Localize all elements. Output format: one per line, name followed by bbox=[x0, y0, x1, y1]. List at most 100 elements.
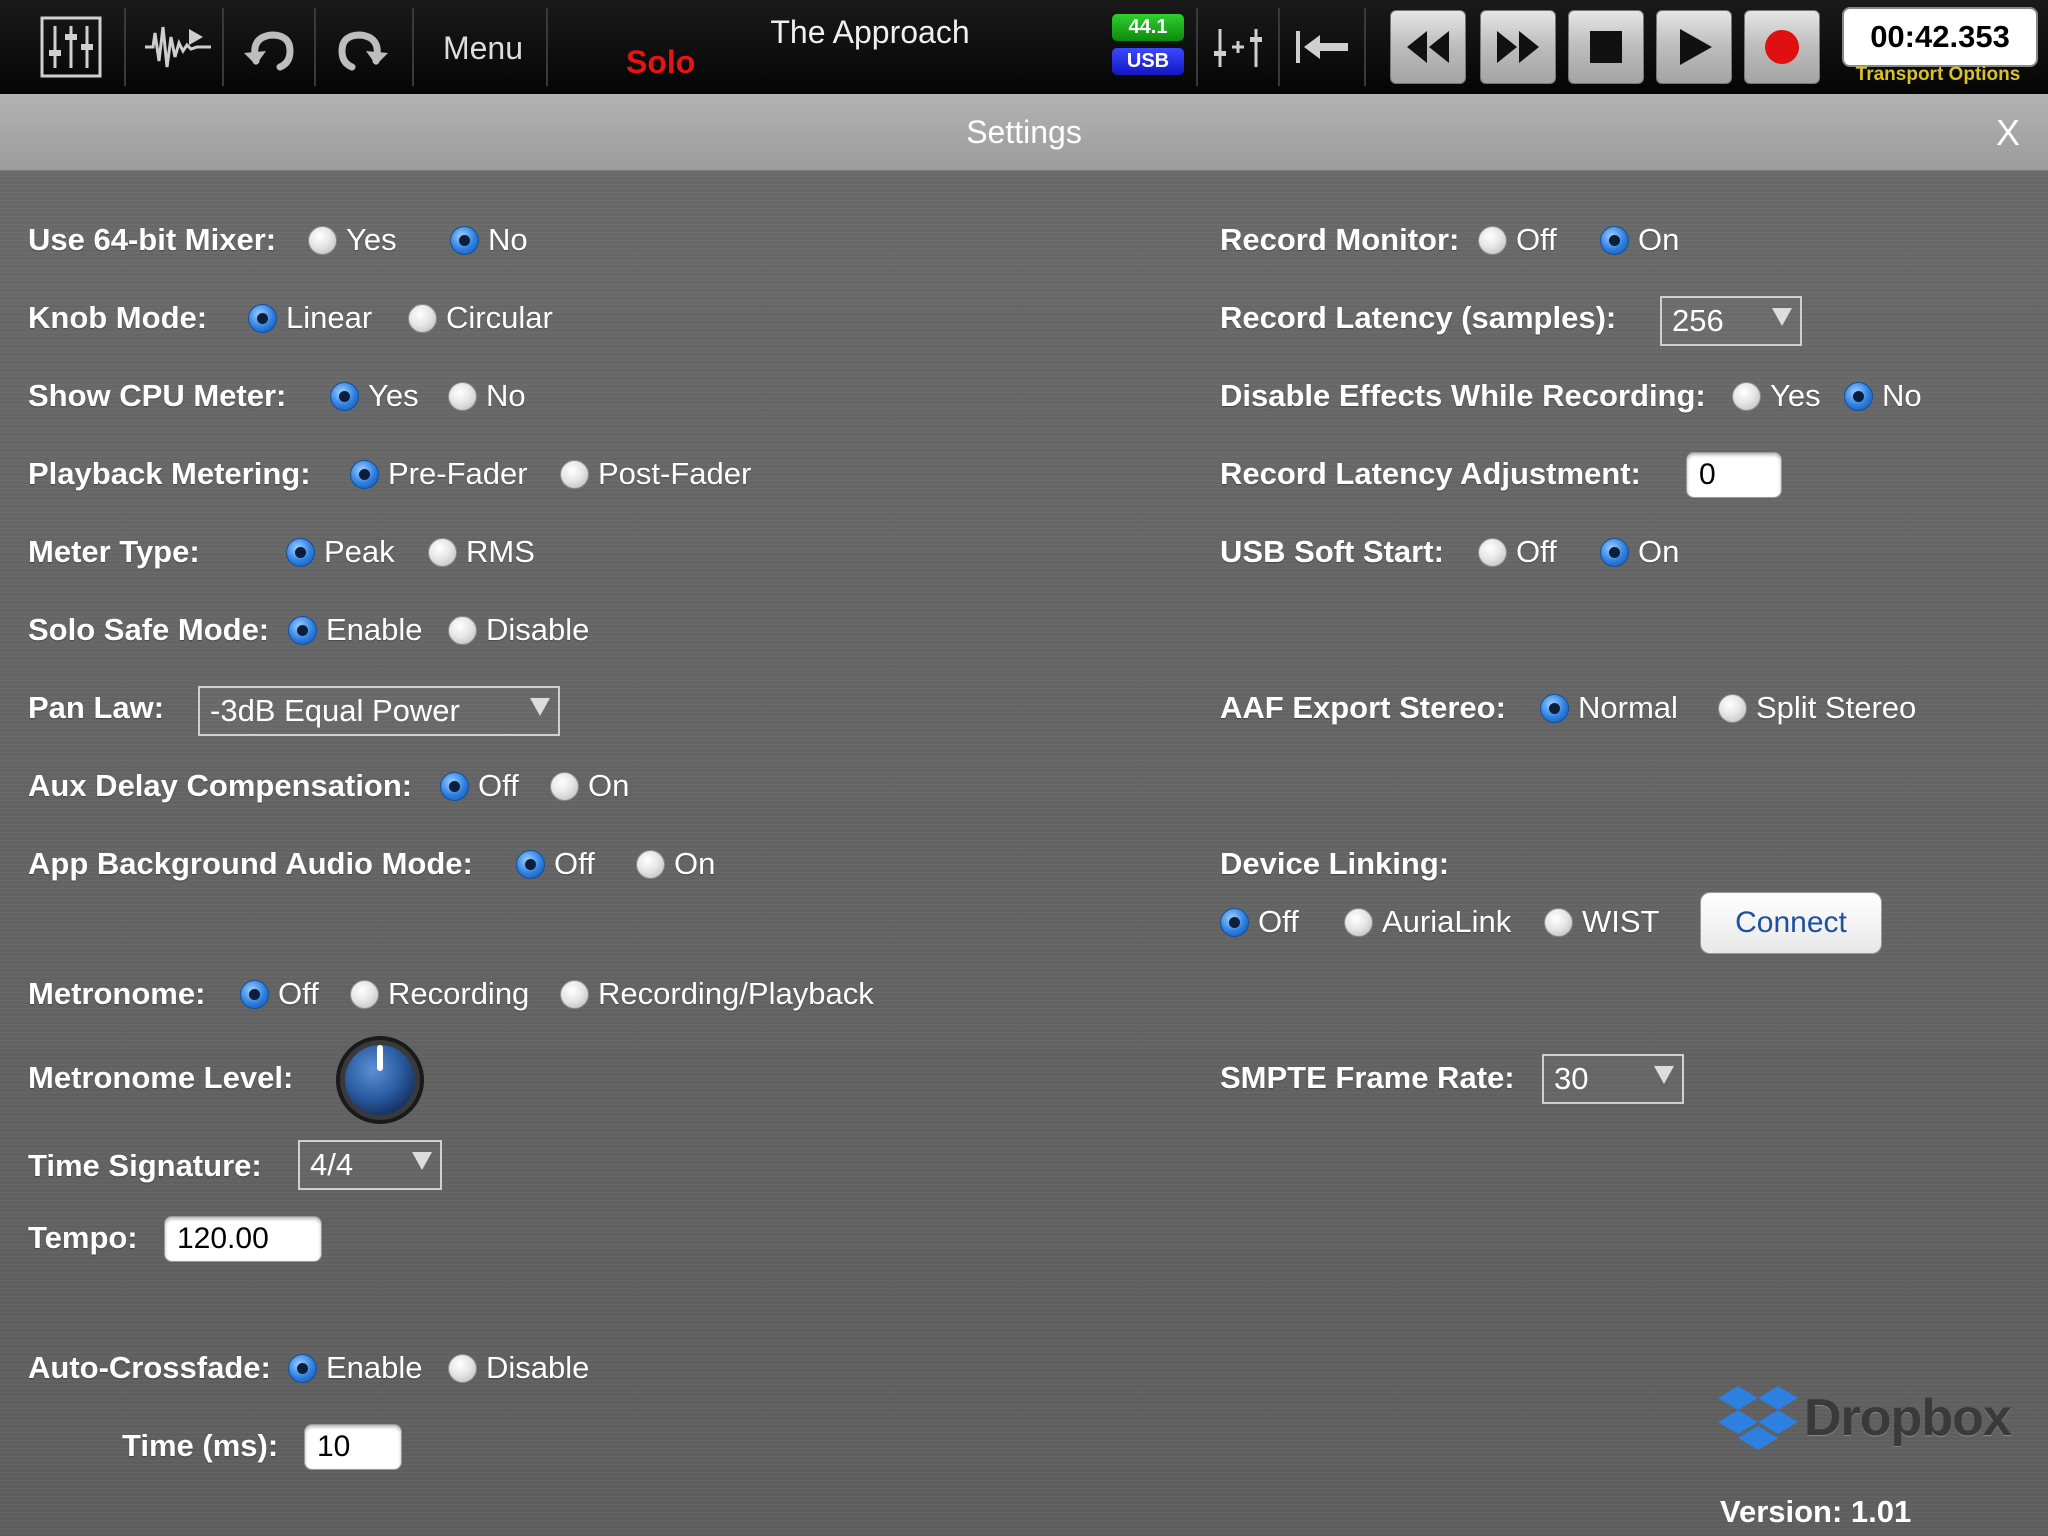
radio-icon bbox=[1732, 381, 1761, 411]
radio-selected-icon bbox=[286, 537, 315, 567]
device-linking-wist-radio[interactable]: WIST bbox=[1544, 904, 1660, 940]
knob-mode-circular-radio[interactable]: Circular bbox=[408, 300, 553, 336]
disable-effects-yes-radio[interactable]: Yes bbox=[1732, 378, 1821, 414]
rewind-button[interactable] bbox=[1390, 10, 1466, 84]
auto-crossfade-disable-radio[interactable]: Disable bbox=[448, 1350, 589, 1386]
solo-safe-mode-label: Solo Safe Mode: bbox=[28, 612, 270, 647]
radio-icon bbox=[448, 381, 477, 411]
mixer-icon[interactable] bbox=[36, 8, 106, 86]
show-cpu-meter-yes-radio[interactable]: Yes bbox=[330, 378, 419, 414]
menu-button[interactable]: Menu bbox=[418, 20, 548, 76]
radio-selected-icon bbox=[1540, 693, 1569, 723]
fast-forward-icon bbox=[1497, 31, 1539, 63]
settings-title: Settings bbox=[966, 114, 1082, 150]
interface-badge: USB bbox=[1112, 48, 1184, 75]
radio-selected-icon bbox=[1600, 225, 1629, 255]
record-monitor-on-radio[interactable]: On bbox=[1600, 222, 1679, 258]
radio-selected-icon bbox=[1600, 537, 1629, 567]
time-signature-value: 4/4 bbox=[310, 1147, 354, 1182]
radio-icon bbox=[550, 771, 579, 801]
radio-selected-icon bbox=[350, 459, 379, 489]
radio-selected-icon bbox=[288, 1353, 317, 1383]
aux-delay-on-radio[interactable]: On bbox=[550, 768, 629, 804]
dropbox-link[interactable]: Dropbox bbox=[1718, 1382, 2012, 1454]
knob-mode-linear-radio[interactable]: Linear bbox=[248, 300, 372, 336]
radio-selected-icon bbox=[450, 225, 479, 255]
radio-selected-icon bbox=[288, 615, 317, 645]
show-cpu-meter-label: Show CPU Meter: bbox=[28, 378, 287, 413]
pan-law-label: Pan Law: bbox=[28, 690, 165, 725]
metronome-level-knob[interactable] bbox=[334, 1034, 426, 1126]
fader-plus-icon[interactable] bbox=[1206, 8, 1270, 86]
smpte-frame-rate-dropdown[interactable]: 30 bbox=[1542, 1054, 1684, 1104]
radio-icon bbox=[1478, 537, 1507, 567]
rewind-icon bbox=[1407, 31, 1449, 63]
crossfade-time-input[interactable]: 10 bbox=[304, 1424, 402, 1470]
disable-effects-no-radio[interactable]: No bbox=[1844, 378, 1922, 414]
play-button[interactable] bbox=[1656, 10, 1732, 84]
toolbar-divider bbox=[1364, 8, 1366, 86]
fast-forward-button[interactable] bbox=[1480, 10, 1556, 84]
sample-rate-badge: 44.1 bbox=[1112, 14, 1184, 41]
auto-crossfade-enable-radio[interactable]: Enable bbox=[288, 1350, 423, 1386]
background-audio-on-radio[interactable]: On bbox=[636, 846, 715, 882]
use-64bit-mixer-label: Use 64-bit Mixer: bbox=[28, 222, 277, 257]
use-64bit-mixer-yes-radio[interactable]: Yes bbox=[308, 222, 397, 258]
radio-selected-icon bbox=[248, 303, 277, 333]
background-audio-off-radio[interactable]: Off bbox=[516, 846, 595, 882]
meter-type-peak-radio[interactable]: Peak bbox=[286, 534, 395, 570]
aaf-export-split-stereo-radio[interactable]: Split Stereo bbox=[1718, 690, 1916, 726]
record-latency-dropdown[interactable]: 256 bbox=[1660, 296, 1802, 346]
radio-icon bbox=[1544, 907, 1573, 937]
playback-metering-postfader-radio[interactable]: Post-Fader bbox=[560, 456, 751, 492]
device-linking-off-radio[interactable]: Off bbox=[1220, 904, 1299, 940]
time-display[interactable]: 00:42.353 bbox=[1842, 7, 2038, 67]
transport-options-link[interactable]: Transport Options bbox=[1842, 64, 2034, 86]
undo-icon[interactable] bbox=[232, 8, 308, 86]
redo-icon[interactable] bbox=[324, 8, 400, 86]
connect-button[interactable]: Connect bbox=[1700, 892, 1882, 954]
radio-selected-icon bbox=[1220, 907, 1249, 937]
usb-soft-start-off-radio[interactable]: Off bbox=[1478, 534, 1557, 570]
radio-icon bbox=[308, 225, 337, 255]
metronome-off-radio[interactable]: Off bbox=[240, 976, 319, 1012]
waveform-edit-icon[interactable] bbox=[140, 8, 216, 86]
solo-indicator[interactable]: Solo bbox=[626, 44, 695, 81]
solo-safe-disable-radio[interactable]: Disable bbox=[448, 612, 589, 648]
return-to-start-icon[interactable] bbox=[1288, 8, 1356, 86]
metronome-level-label: Metronome Level: bbox=[28, 1060, 294, 1095]
solo-safe-enable-radio[interactable]: Enable bbox=[288, 612, 423, 648]
device-linking-aurialink-radio[interactable]: AuriaLink bbox=[1344, 904, 1511, 940]
usb-soft-start-on-radio[interactable]: On bbox=[1600, 534, 1679, 570]
disable-effects-label: Disable Effects While Recording: bbox=[1220, 378, 1706, 413]
radio-icon bbox=[350, 979, 379, 1009]
metronome-label: Metronome: bbox=[28, 976, 206, 1011]
playback-metering-label: Playback Metering: bbox=[28, 456, 311, 491]
time-signature-dropdown[interactable]: 4/4 bbox=[298, 1140, 442, 1190]
dropbox-icon bbox=[1718, 1386, 1798, 1450]
metronome-recording-playback-radio[interactable]: Recording/Playback bbox=[560, 976, 874, 1012]
toolbar-divider bbox=[1196, 8, 1198, 86]
metronome-recording-radio[interactable]: Recording bbox=[350, 976, 529, 1012]
pan-law-dropdown[interactable]: -3dB Equal Power bbox=[198, 686, 560, 736]
aux-delay-off-radio[interactable]: Off bbox=[440, 768, 519, 804]
radio-icon bbox=[1344, 907, 1373, 937]
record-latency-label: Record Latency (samples): bbox=[1220, 300, 1617, 335]
stop-button[interactable] bbox=[1568, 10, 1644, 84]
dropdown-arrow-icon bbox=[1654, 1066, 1674, 1084]
settings-header: Settings X bbox=[0, 94, 2048, 171]
use-64bit-mixer-no-radio[interactable]: No bbox=[450, 222, 528, 258]
playback-metering-prefader-radio[interactable]: Pre-Fader bbox=[350, 456, 528, 492]
record-latency-adjustment-input[interactable]: 0 bbox=[1686, 452, 1782, 498]
show-cpu-meter-no-radio[interactable]: No bbox=[448, 378, 526, 414]
pan-law-value: -3dB Equal Power bbox=[210, 693, 460, 728]
close-button[interactable]: X bbox=[1996, 112, 2020, 154]
aaf-export-normal-radio[interactable]: Normal bbox=[1540, 690, 1678, 726]
stop-icon bbox=[1590, 31, 1622, 63]
meter-type-rms-radio[interactable]: RMS bbox=[428, 534, 535, 570]
radio-icon bbox=[1478, 225, 1507, 255]
radio-icon bbox=[1718, 693, 1747, 723]
tempo-input[interactable]: 120.00 bbox=[164, 1216, 322, 1262]
record-button[interactable] bbox=[1744, 10, 1820, 84]
record-monitor-off-radio[interactable]: Off bbox=[1478, 222, 1557, 258]
